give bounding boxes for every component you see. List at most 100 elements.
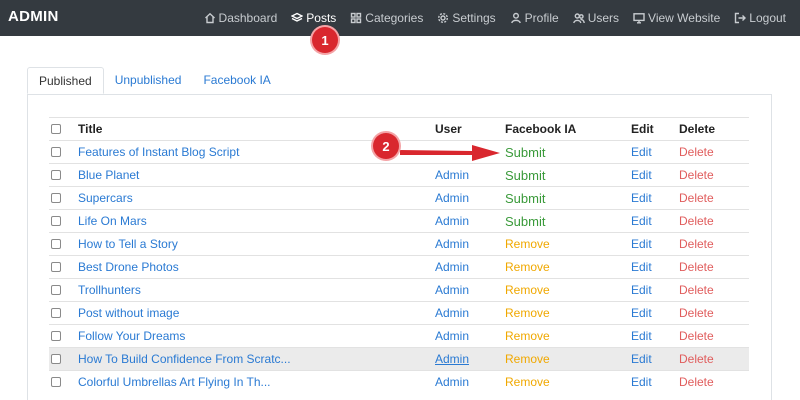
facebook-ia-remove-button[interactable]: Remove (505, 302, 550, 325)
row-checkbox[interactable] (51, 147, 61, 157)
delete-link[interactable]: Delete (679, 279, 714, 302)
edit-link[interactable]: Edit (631, 164, 652, 187)
table-row: Colorful Umbrellas Art Flying In Th... A… (49, 370, 749, 393)
post-title-link[interactable]: Features of Instant Blog Script (78, 141, 239, 164)
table-row: Supercars Admin Submit Edit Delete (49, 186, 749, 209)
delete-link[interactable]: Delete (679, 141, 714, 164)
post-user-link[interactable]: Admin (435, 210, 469, 233)
user-icon (510, 12, 521, 24)
facebook-ia-remove-button[interactable]: Remove (505, 348, 550, 371)
header-facebook-ia: Facebook IA (505, 122, 577, 136)
post-user-link[interactable]: Admin (435, 256, 469, 279)
top-navbar: ADMIN Dashboard Posts Categories Setting… (0, 0, 800, 36)
table-row: Life On Mars Admin Submit Edit Delete (49, 209, 749, 232)
row-checkbox[interactable] (51, 354, 61, 364)
facebook-ia-remove-button[interactable]: Remove (505, 279, 550, 302)
table-row: Best Drone Photos Admin Remove Edit Dele… (49, 255, 749, 278)
post-title-link[interactable]: Blue Planet (78, 164, 139, 187)
row-checkbox[interactable] (51, 308, 61, 318)
main-nav: Dashboard Posts Categories Settings Prof… (190, 0, 786, 36)
edit-link[interactable]: Edit (631, 233, 652, 256)
nav-profile[interactable]: Profile (510, 11, 559, 25)
nav-users[interactable]: Users (572, 11, 619, 25)
tab-unpublished[interactable]: Unpublished (104, 67, 193, 94)
select-all-checkbox[interactable] (51, 124, 61, 134)
edit-link[interactable]: Edit (631, 279, 652, 302)
nav-settings[interactable]: Settings (437, 11, 496, 25)
facebook-ia-submit-button[interactable]: Submit (505, 210, 545, 233)
table-row: How To Build Confidence From Scratc... A… (49, 347, 749, 370)
post-title-link[interactable]: Colorful Umbrellas Art Flying In Th... (78, 371, 271, 394)
monitor-icon (633, 13, 645, 24)
annotation-badge-1: 1 (312, 27, 338, 53)
post-title-link[interactable]: Post without image (78, 302, 179, 325)
delete-link[interactable]: Delete (679, 164, 714, 187)
nav-categories[interactable]: Categories (350, 11, 423, 25)
edit-link[interactable]: Edit (631, 210, 652, 233)
post-tabs: Published Unpublished Facebook IA (27, 67, 282, 94)
post-user-link[interactable]: Admin (435, 348, 469, 371)
row-checkbox[interactable] (51, 377, 61, 387)
delete-link[interactable]: Delete (679, 210, 714, 233)
row-checkbox[interactable] (51, 239, 61, 249)
header-edit: Edit (631, 122, 654, 136)
nav-dashboard[interactable]: Dashboard (204, 11, 277, 25)
post-user-link[interactable]: Admin (435, 187, 469, 210)
gear-icon (438, 12, 449, 24)
layers-icon (291, 12, 304, 22)
edit-link[interactable]: Edit (631, 256, 652, 279)
edit-link[interactable]: Edit (631, 302, 652, 325)
delete-link[interactable]: Delete (679, 348, 714, 371)
delete-link[interactable]: Delete (679, 256, 714, 279)
edit-link[interactable]: Edit (631, 348, 652, 371)
tab-published[interactable]: Published (27, 67, 104, 94)
post-user-link[interactable]: Admin (435, 233, 469, 256)
facebook-ia-submit-button[interactable]: Submit (505, 187, 545, 210)
facebook-ia-remove-button[interactable]: Remove (505, 325, 550, 348)
table-row: Follow Your Dreams Admin Remove Edit Del… (49, 324, 749, 347)
annotation-badge-2: 2 (373, 133, 399, 159)
post-title-link[interactable]: Supercars (78, 187, 133, 210)
post-title-link[interactable]: How to Tell a Story (78, 233, 178, 256)
delete-link[interactable]: Delete (679, 302, 714, 325)
grid-icon (351, 12, 362, 24)
row-checkbox[interactable] (51, 285, 61, 295)
post-user-link[interactable]: Admin (435, 325, 469, 348)
facebook-ia-remove-button[interactable]: Remove (505, 256, 550, 279)
tab-facebook-ia[interactable]: Facebook IA (192, 67, 281, 94)
post-user-link[interactable]: Admin (435, 371, 469, 394)
users-icon (572, 13, 585, 24)
home-icon (204, 12, 215, 24)
row-checkbox[interactable] (51, 193, 61, 203)
nav-view-website[interactable]: View Website (633, 11, 720, 25)
delete-link[interactable]: Delete (679, 233, 714, 256)
row-checkbox[interactable] (51, 262, 61, 272)
row-checkbox[interactable] (51, 331, 61, 341)
row-checkbox[interactable] (51, 170, 61, 180)
facebook-ia-submit-button[interactable]: Submit (505, 141, 545, 164)
post-title-link[interactable]: Trollhunters (78, 279, 141, 302)
delete-link[interactable]: Delete (679, 325, 714, 348)
facebook-ia-submit-button[interactable]: Submit (505, 164, 545, 187)
post-user-link[interactable]: Admin (435, 302, 469, 325)
delete-link[interactable]: Delete (679, 371, 714, 394)
post-title-link[interactable]: Follow Your Dreams (78, 325, 185, 348)
nav-posts[interactable]: Posts (291, 11, 336, 25)
post-user-link[interactable]: Admin (435, 279, 469, 302)
post-title-link[interactable]: How To Build Confidence From Scratc... (78, 348, 291, 371)
facebook-ia-remove-button[interactable]: Remove (505, 371, 550, 394)
row-checkbox[interactable] (51, 216, 61, 226)
nav-logout[interactable]: Logout (734, 11, 786, 25)
table-row: Trollhunters Admin Remove Edit Delete (49, 278, 749, 301)
post-title-link[interactable]: Life On Mars (78, 210, 147, 233)
edit-link[interactable]: Edit (631, 371, 652, 394)
edit-link[interactable]: Edit (631, 325, 652, 348)
delete-link[interactable]: Delete (679, 187, 714, 210)
edit-link[interactable]: Edit (631, 187, 652, 210)
header-title: Title (78, 122, 103, 136)
edit-link[interactable]: Edit (631, 141, 652, 164)
brand-logo[interactable]: ADMIN (8, 8, 59, 25)
facebook-ia-remove-button[interactable]: Remove (505, 233, 550, 256)
header-delete: Delete (679, 122, 716, 136)
post-title-link[interactable]: Best Drone Photos (78, 256, 179, 279)
